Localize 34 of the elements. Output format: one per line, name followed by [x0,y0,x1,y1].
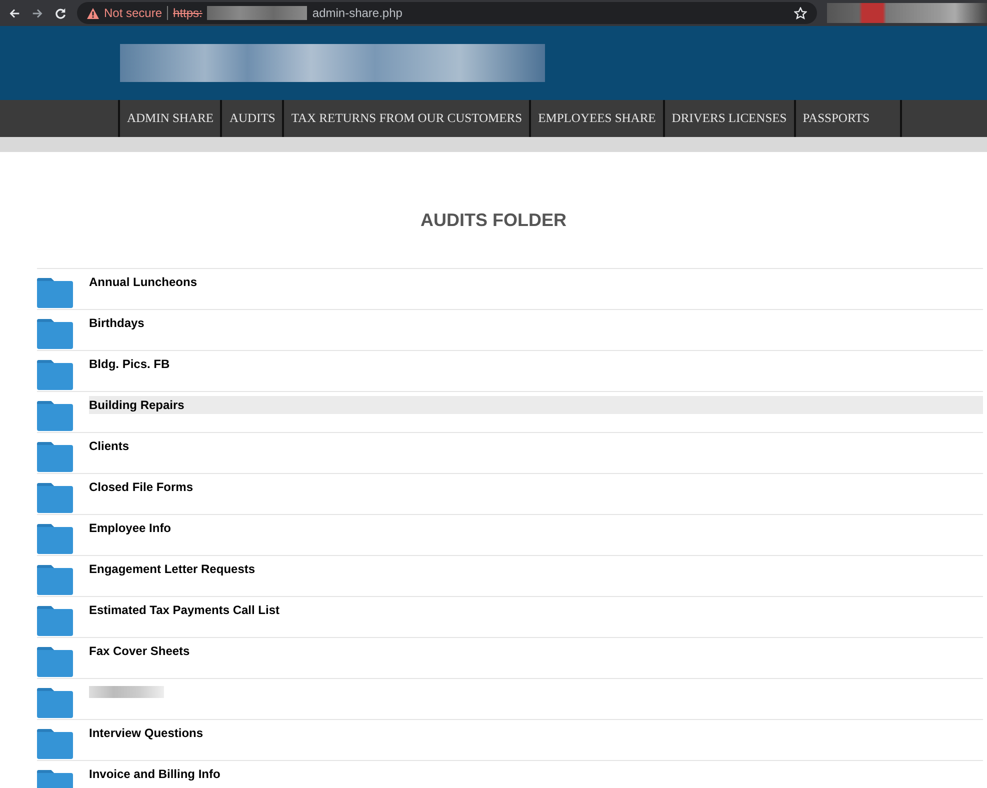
reload-icon[interactable] [54,6,67,20]
back-icon[interactable] [8,6,21,20]
folder-link[interactable]: Invoice and Billing Info [89,767,220,781]
star-icon[interactable] [794,6,807,20]
folder-icon[interactable] [37,358,73,390]
page-heading: AUDITS FOLDER [420,210,568,232]
folder-link[interactable]: Fax Cover Sheets [89,644,190,658]
folder-icon[interactable] [37,276,73,308]
folder-icon[interactable] [37,645,73,677]
folder-icon[interactable] [37,440,73,472]
folder-icon[interactable] [37,604,73,636]
folder-link[interactable]: Bldg. Pics. FB [89,357,170,371]
url-path: admin-share.php [312,6,402,20]
folder-icon[interactable] [37,563,73,595]
folder-link[interactable]: Clients [89,439,130,453]
folder-link[interactable]: Building Repairs [89,398,184,412]
folder-icon[interactable] [37,399,73,431]
folder-link[interactable]: Closed File Forms [89,480,194,494]
folder-link[interactable]: Birthdays [89,316,144,330]
folder-icon[interactable] [37,686,73,718]
folder-icon[interactable] [37,317,73,349]
security-label: Not secure [104,6,162,20]
folder-link[interactable]: Estimated Tax Payments Call List [89,603,280,617]
folder-link[interactable]: Interview Questions [89,726,204,740]
folder-link[interactable]: Employee Info [89,521,172,535]
folder-link[interactable]: Annual Luncheons [89,275,197,289]
warning-icon [87,8,99,18]
folder-link[interactable]: Engagement Letter Requests [89,562,256,576]
address-bar[interactable]: Not secure https: admin-share.php [77,2,817,24]
folder-icon[interactable] [37,727,73,759]
url-scheme: https: [173,6,202,20]
folder-icon[interactable] [37,522,73,554]
folder-icon[interactable] [37,481,73,513]
forward-icon[interactable] [31,6,44,20]
